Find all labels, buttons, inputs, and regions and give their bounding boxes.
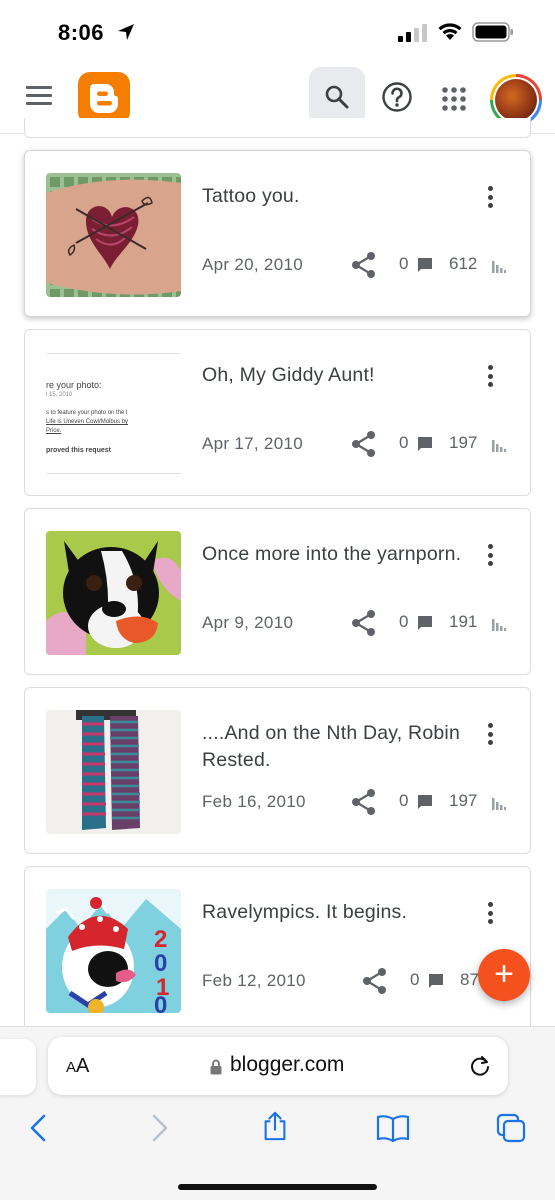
- more-options-icon[interactable]: [480, 899, 500, 927]
- cellular-signal-icon: [398, 24, 427, 42]
- lock-icon: [210, 1059, 222, 1075]
- post-card[interactable]: ....And on the Nth Day, Robin Rested. Fe…: [24, 687, 531, 854]
- share-icon[interactable]: [351, 251, 377, 279]
- svg-text:0: 0: [154, 992, 167, 1013]
- help-icon[interactable]: [381, 81, 413, 113]
- thumb-text: re your photo:: [46, 380, 102, 390]
- view-count: 197: [449, 433, 478, 452]
- comment-icon: [418, 616, 432, 630]
- reader-settings-button[interactable]: AA: [66, 1055, 89, 1078]
- view-count: 197: [449, 791, 478, 810]
- share-icon[interactable]: [260, 1111, 290, 1141]
- comment-count: 0: [399, 433, 409, 452]
- url-text: blogger.com: [230, 1053, 345, 1076]
- post-card[interactable]: re your photo: l 15, 2010 s to feature y…: [24, 329, 531, 496]
- stats-icon: [492, 798, 506, 810]
- post-date: Apr 17, 2010: [202, 434, 303, 453]
- share-icon[interactable]: [351, 788, 377, 816]
- post-title[interactable]: Once more into the yarnporn.: [202, 541, 462, 568]
- stats-icon: [492, 440, 506, 452]
- status-time: 8:06: [58, 20, 105, 45]
- more-options-icon[interactable]: [480, 720, 500, 748]
- view-count: 612: [449, 254, 478, 273]
- search-icon: [325, 85, 349, 109]
- share-icon[interactable]: [351, 430, 377, 458]
- stats-icon: [492, 619, 506, 631]
- previous-post-card: [24, 118, 531, 138]
- bookmarks-icon[interactable]: [376, 1113, 410, 1143]
- comment-count: 0: [399, 791, 409, 810]
- share-icon[interactable]: [362, 967, 388, 995]
- post-title[interactable]: Tattoo you.: [202, 183, 462, 210]
- post-card[interactable]: Once more into the yarnporn. Apr 9, 2010…: [24, 508, 531, 675]
- status-bar: 8:06: [0, 0, 555, 62]
- post-thumbnail: 2 0 1 0: [46, 889, 181, 1013]
- forward-icon[interactable]: [144, 1113, 174, 1143]
- thumb-text: Price.: [46, 428, 62, 434]
- view-count: 191: [449, 612, 478, 631]
- tabs-icon[interactable]: [496, 1113, 526, 1143]
- comment-icon: [418, 795, 432, 809]
- thumb-text: s to feature your photo on the l: [46, 410, 128, 416]
- post-date: Feb 16, 2010: [202, 792, 306, 811]
- post-title[interactable]: Oh, My Giddy Aunt!: [202, 362, 462, 389]
- comment-icon: [418, 258, 432, 272]
- browser-toolbar: AA blogger.com: [0, 1026, 555, 1200]
- comment-count: 0: [399, 254, 409, 273]
- back-icon[interactable]: [24, 1113, 54, 1143]
- post-card[interactable]: Tattoo you. Apr 20, 2010 0 612: [24, 150, 531, 317]
- reload-icon[interactable]: [468, 1054, 492, 1078]
- hamburger-menu-icon[interactable]: [26, 86, 56, 108]
- post-thumbnail: [46, 531, 181, 655]
- more-options-icon[interactable]: [480, 362, 500, 390]
- post-title[interactable]: ....And on the Nth Day, Robin Rested.: [202, 720, 462, 774]
- wifi-icon: [438, 23, 462, 40]
- stats-icon: [492, 261, 506, 273]
- view-count: 87: [460, 970, 479, 989]
- svg-text:0: 0: [154, 950, 167, 977]
- thumb-text: l 15, 2010: [46, 392, 73, 398]
- comment-count: 0: [410, 970, 420, 989]
- location-arrow-icon: [118, 24, 134, 40]
- comment-icon: [429, 974, 443, 988]
- post-date: Apr 20, 2010: [202, 255, 303, 274]
- previous-tab-preview[interactable]: [0, 1039, 36, 1095]
- comment-count: 0: [399, 612, 409, 631]
- share-icon[interactable]: [351, 609, 377, 637]
- post-thumbnail: re your photo: l 15, 2010 s to feature y…: [46, 352, 181, 476]
- post-date: Apr 9, 2010: [202, 613, 294, 632]
- battery-icon: [472, 22, 513, 42]
- address-bar[interactable]: AA blogger.com: [48, 1037, 508, 1095]
- post-date: Feb 12, 2010: [202, 971, 306, 990]
- thumb-text: proved this request: [46, 447, 111, 454]
- more-options-icon[interactable]: [480, 541, 500, 569]
- comment-icon: [418, 437, 432, 451]
- new-post-fab[interactable]: +: [478, 949, 530, 1001]
- thumb-text: Life is Uneven Cowl/Molbus by: [46, 419, 129, 425]
- post-thumbnail: [46, 710, 181, 834]
- thumb-year: 2: [154, 926, 167, 953]
- more-options-icon[interactable]: [480, 183, 500, 211]
- blogger-logo[interactable]: [78, 72, 130, 124]
- apps-grid-icon[interactable]: [441, 86, 467, 112]
- home-indicator: [178, 1184, 377, 1190]
- post-thumbnail: [46, 173, 181, 297]
- post-title[interactable]: Ravelympics. It begins.: [202, 899, 462, 926]
